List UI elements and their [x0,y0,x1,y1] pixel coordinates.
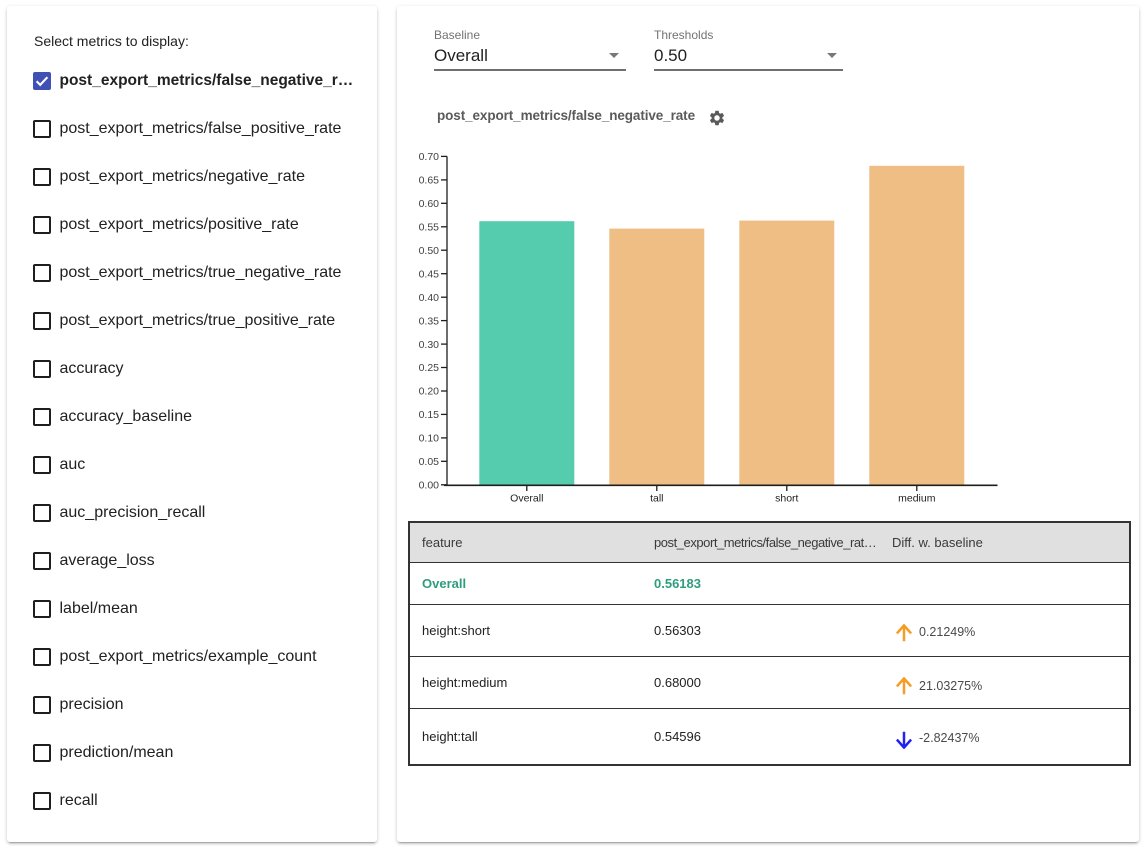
svg-text:0.25: 0.25 [419,362,440,374]
svg-text:0.00: 0.00 [419,480,440,492]
svg-text:0.20: 0.20 [419,386,440,398]
svg-text:0.55: 0.55 [419,222,440,234]
svg-text:Overall: Overall [510,493,543,505]
svg-text:0.60: 0.60 [419,198,440,210]
svg-text:0.10: 0.10 [419,433,440,445]
svg-text:0.70: 0.70 [419,151,440,163]
svg-text:tall: tall [650,493,663,505]
svg-text:0.35: 0.35 [419,315,440,327]
svg-text:0.30: 0.30 [419,339,440,351]
svg-text:0.15: 0.15 [419,409,440,421]
svg-text:0.05: 0.05 [419,456,440,468]
svg-text:medium: medium [898,493,936,505]
svg-text:0.40: 0.40 [419,292,440,304]
svg-text:short: short [775,493,798,505]
svg-text:0.45: 0.45 [419,268,440,280]
svg-text:0.50: 0.50 [419,245,440,257]
svg-text:0.65: 0.65 [419,175,440,187]
